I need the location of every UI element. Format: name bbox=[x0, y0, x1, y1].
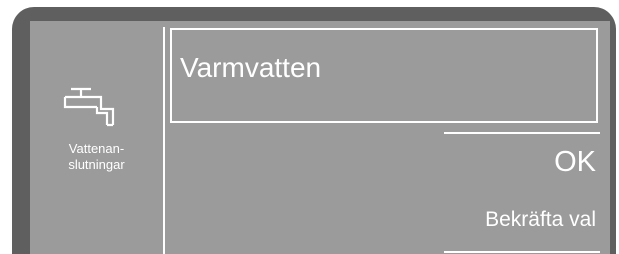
sidebar-label-line2: slutningar bbox=[68, 157, 125, 172]
water-tap-icon bbox=[63, 87, 115, 127]
display-bezel: Vattenan- slutningar Varmvatten OK Bekrä… bbox=[12, 7, 616, 254]
sidebar: Vattenan- slutningar bbox=[30, 21, 163, 254]
device-frame: Vattenan- slutningar Varmvatten OK Bekrä… bbox=[0, 0, 619, 254]
selected-menu-item[interactable]: Varmvatten bbox=[170, 28, 598, 123]
sidebar-label-line1: Vattenan- bbox=[68, 141, 125, 156]
confirm-separator-bottom bbox=[444, 251, 600, 253]
confirm-selection-button[interactable]: Bekräfta val bbox=[485, 206, 596, 234]
ok-button[interactable]: OK bbox=[554, 145, 596, 179]
vertical-divider bbox=[163, 27, 165, 254]
ok-separator-top bbox=[444, 132, 600, 134]
selected-item-label: Varmvatten bbox=[180, 52, 322, 83]
sidebar-label: Vattenan- slutningar bbox=[30, 141, 163, 173]
display-screen: Vattenan- slutningar Varmvatten OK Bekrä… bbox=[30, 21, 610, 254]
